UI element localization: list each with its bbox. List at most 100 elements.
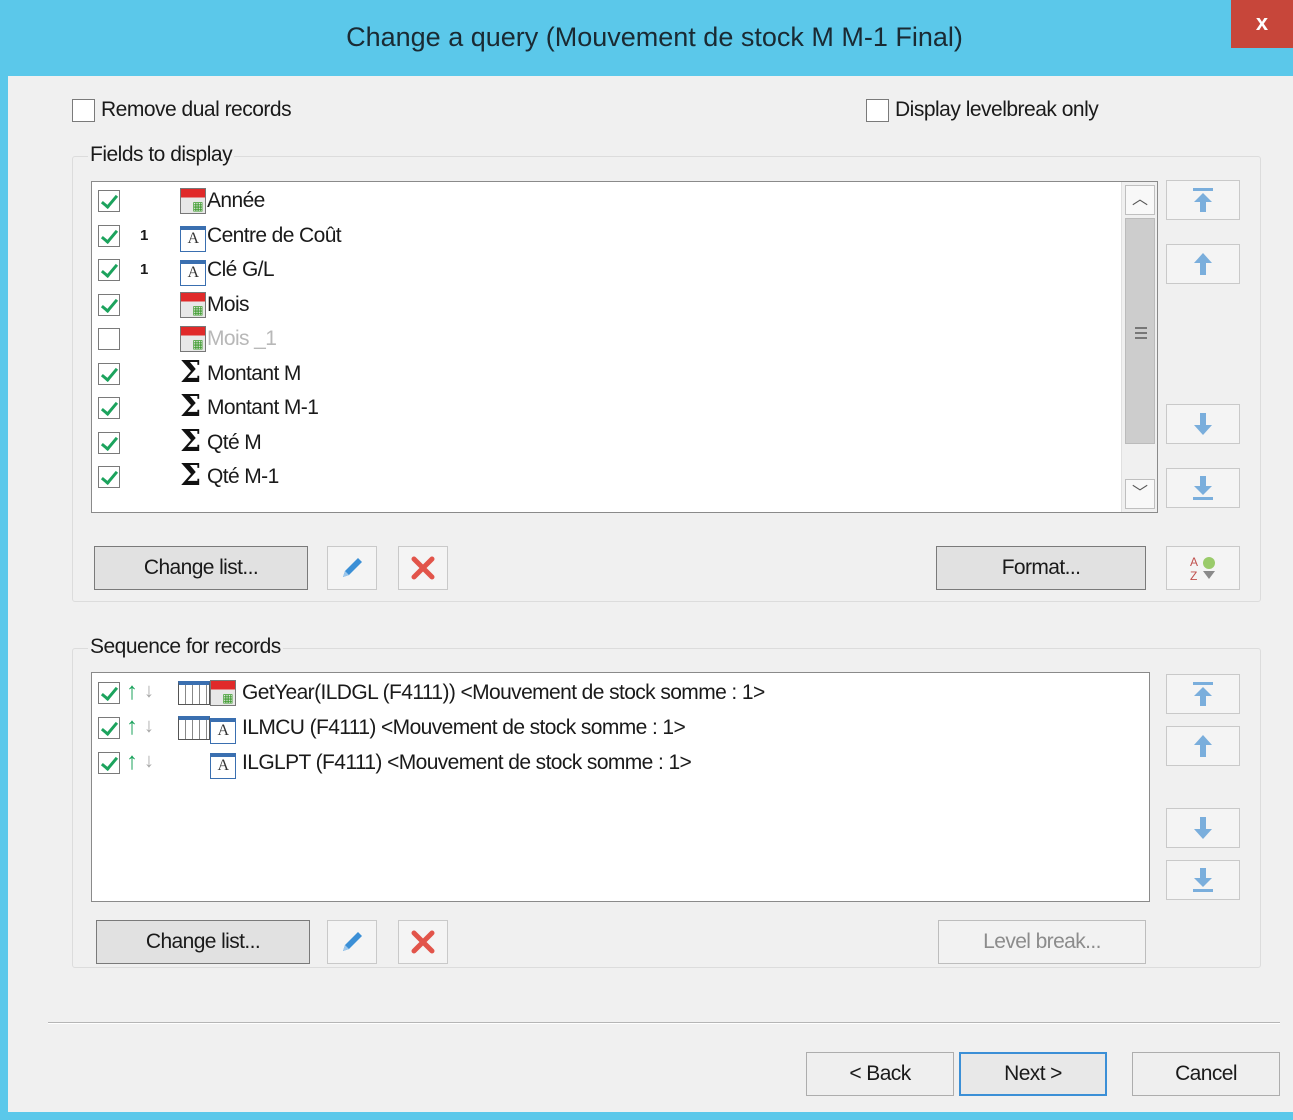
field-label: Clé G/L — [207, 258, 275, 281]
sequence-label: ILGLPT (F4111) <Mouvement de stock somme… — [242, 751, 692, 774]
dialog-body: Remove dual records Display levelbreak o… — [16, 76, 1293, 1112]
field-level-number: 1 — [140, 226, 148, 244]
sequence-move-down-button[interactable] — [1166, 808, 1240, 848]
field-item[interactable]: 1 A Clé G/L — [92, 253, 1117, 287]
field-item[interactable]: Σ Montant M — [92, 357, 1117, 391]
back-button[interactable]: < Back — [806, 1052, 954, 1096]
remove-dual-records-label: Remove dual records — [101, 98, 292, 121]
sequence-label: GetYear(ILDGL (F4111)) <Mouvement de sto… — [242, 681, 765, 704]
calendar-icon: ▦ — [210, 680, 236, 706]
sigma-icon: Σ — [180, 458, 201, 493]
field-label: Centre de Coût — [207, 223, 342, 247]
sequence-move-up-button[interactable] — [1166, 726, 1240, 766]
remove-dual-records-checkbox[interactable] — [72, 98, 95, 122]
title-bar: Change a query (Mouvement de stock M M-1… — [8, 0, 1293, 76]
fields-to-display-label: Fields to display — [88, 143, 235, 167]
sort-descending-icon[interactable]: ↓ — [144, 715, 154, 738]
field-item[interactable]: Σ Qté M-1 — [92, 460, 1117, 494]
field-item[interactable]: Σ Qté M — [92, 426, 1117, 460]
sequence-move-to-top-button[interactable] — [1166, 674, 1240, 714]
move-to-top-button[interactable] — [1166, 180, 1240, 220]
field-checkbox[interactable] — [98, 224, 120, 247]
close-button[interactable]: x — [1231, 0, 1293, 48]
window-title: Change a query (Mouvement de stock M M-1… — [346, 22, 963, 52]
sequence-item[interactable]: ↑ ↓ ▦ GetYear(ILDGL (F4111)) <Mouvement de … — [92, 676, 1142, 710]
field-checkbox[interactable] — [98, 362, 120, 385]
remove-dual-records-option[interactable]: Remove dual records — [72, 98, 292, 122]
scroll-thumb[interactable] — [1125, 218, 1155, 444]
sequence-list[interactable]: ↑ ↓ ▦ GetYear(ILDGL (F4111)) <Mouvement de … — [91, 672, 1150, 902]
display-levelbreak-only-label: Display levelbreak only — [895, 98, 1099, 121]
sequence-checkbox[interactable] — [98, 682, 120, 704]
sort-alphabetical-button[interactable]: A Z — [1166, 546, 1240, 590]
field-item[interactable]: ▦ Année — [92, 184, 1117, 218]
field-label: Mois — [207, 292, 250, 316]
move-bottom-icon — [1193, 868, 1213, 892]
fields-delete-button[interactable] — [398, 546, 448, 590]
sequence-for-records-label: Sequence for records — [88, 635, 283, 659]
dialog-window: Change a query (Mouvement de stock M M-1… — [0, 0, 1293, 1120]
display-levelbreak-only-checkbox[interactable] — [866, 98, 889, 122]
fields-change-list-button[interactable]: Change list... — [94, 546, 308, 590]
sequence-move-to-bottom-button[interactable] — [1166, 860, 1240, 900]
sequence-checkbox[interactable] — [98, 717, 120, 739]
sigma-icon: Σ — [180, 389, 201, 424]
sort-ascending-icon[interactable]: ↑ — [126, 713, 138, 741]
sequence-label: ILMCU (F4111) <Mouvement de stock somme … — [242, 716, 686, 739]
arrow-up-icon — [1194, 735, 1212, 757]
fields-edit-button[interactable] — [327, 546, 377, 590]
sequence-edit-button[interactable] — [327, 920, 377, 964]
field-item[interactable]: ▦ Mois _1 — [92, 322, 1117, 356]
delete-x-icon — [411, 556, 435, 580]
footer-separator — [48, 1022, 1280, 1024]
sort-az-icon: A Z — [1190, 555, 1215, 583]
text-field-icon: A — [210, 718, 236, 744]
field-item[interactable]: Σ Montant M-1 — [92, 391, 1117, 425]
field-label: Qté M — [207, 430, 262, 454]
scroll-down-arrow-icon[interactable]: ﹀ — [1125, 479, 1155, 509]
field-label: Qté M-1 — [207, 465, 279, 488]
field-checkbox[interactable] — [98, 259, 120, 281]
format-button[interactable]: Format... — [936, 546, 1146, 590]
next-button[interactable]: Next > — [959, 1052, 1107, 1096]
text-field-icon: A — [210, 753, 236, 779]
arrow-down-icon — [1194, 817, 1212, 839]
sort-ascending-icon[interactable]: ↑ — [126, 678, 138, 706]
sequence-item[interactable]: ↑ ↓ A ILGLPT (F4111) <Mouvement de stock so… — [92, 746, 1142, 780]
field-checkbox[interactable] — [98, 466, 120, 488]
pencil-icon — [343, 932, 362, 951]
display-levelbreak-only-option[interactable]: Display levelbreak only — [866, 98, 1099, 122]
sequence-change-list-button[interactable]: Change list... — [96, 920, 310, 964]
field-checkbox[interactable] — [98, 293, 120, 316]
svg-text:Z: Z — [1190, 569, 1197, 583]
field-checkbox[interactable] — [98, 397, 120, 419]
pencil-icon — [343, 558, 362, 577]
field-item[interactable]: 1 A Centre de Coût — [92, 219, 1117, 253]
cancel-button[interactable]: Cancel — [1132, 1052, 1280, 1096]
fields-scrollbar[interactable]: ︿ ﹀ — [1121, 182, 1157, 512]
svg-text:A: A — [1190, 555, 1198, 569]
field-checkbox[interactable] — [98, 190, 120, 212]
sort-descending-icon[interactable]: ↓ — [144, 680, 154, 703]
sort-ascending-icon[interactable]: ↑ — [126, 748, 138, 776]
move-top-icon — [1193, 682, 1213, 706]
scroll-up-arrow-icon[interactable]: ︿ — [1125, 185, 1155, 215]
sequence-item[interactable]: ↑ ↓ A ILMCU (F4111) <Mouvement de stock som… — [92, 711, 1142, 745]
sequence-checkbox[interactable] — [98, 752, 120, 774]
fields-list[interactable]: Σ Qté M-1 Σ Qté M Σ Montant M-1 Σ Montant M ▦ Moi… — [91, 181, 1158, 513]
levelbreak-icon — [178, 716, 210, 740]
field-checkbox[interactable] — [98, 431, 120, 454]
sequence-delete-button[interactable] — [398, 920, 448, 964]
move-up-button[interactable] — [1166, 244, 1240, 284]
move-down-button[interactable] — [1166, 404, 1240, 444]
delete-x-icon — [411, 930, 435, 954]
calendar-icon: ▦ — [180, 188, 206, 214]
level-break-button[interactable]: Level break... — [938, 920, 1146, 964]
move-to-bottom-button[interactable] — [1166, 468, 1240, 508]
text-field-icon: A — [180, 225, 206, 252]
field-checkbox[interactable] — [98, 328, 120, 350]
field-item[interactable]: ▦ Mois — [92, 288, 1117, 322]
text-field-icon: A — [180, 260, 206, 286]
sort-descending-icon[interactable]: ↓ — [144, 750, 154, 773]
sigma-icon: Σ — [180, 423, 201, 459]
